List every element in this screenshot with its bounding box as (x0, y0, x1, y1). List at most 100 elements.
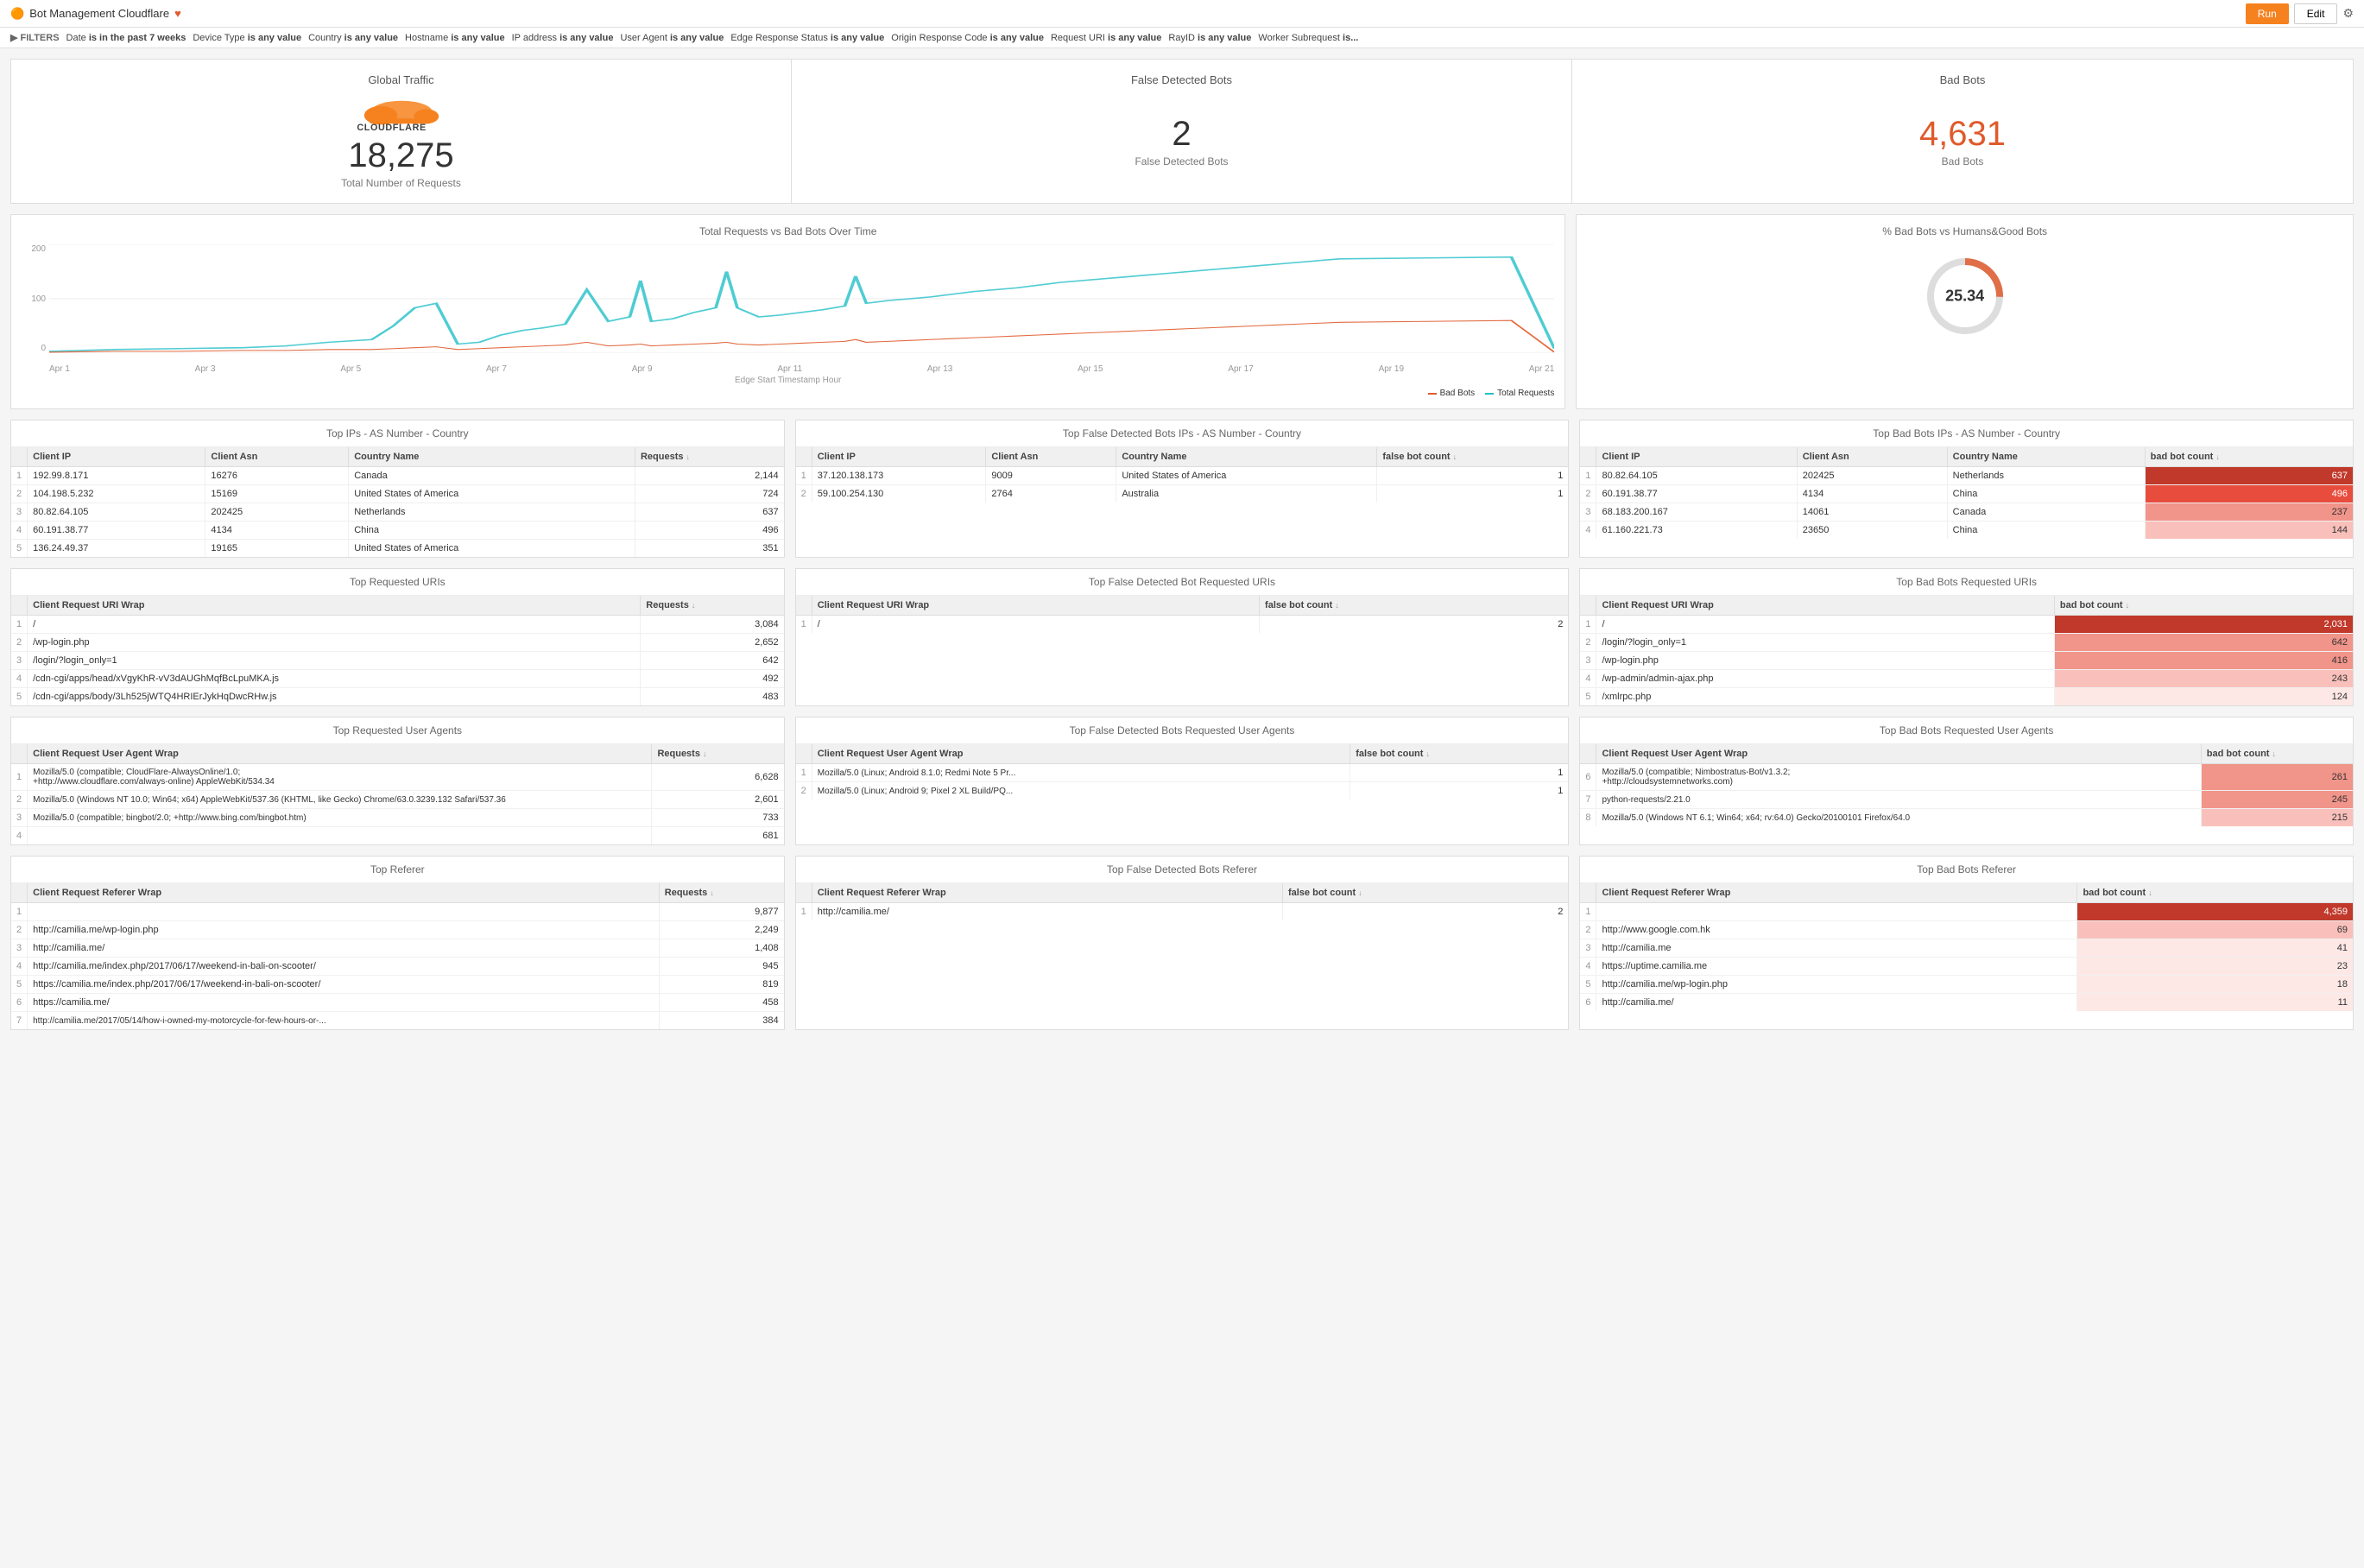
table-row: 5http://camilia.me/wp-login.php18 (1580, 976, 2353, 994)
top-bad-ips-header-row: Client IP Client Asn Country Name bad bo… (1580, 447, 2353, 467)
th-client-asn: Client Asn (1797, 447, 1947, 467)
th-false-bot-count: false bot count ↓ (1350, 744, 1569, 764)
table-row: 2http://www.google.com.hk69 (1580, 921, 2353, 939)
table-row: 5/cdn-cgi/apps/body/3Lh525jWTQ4HRIErJykH… (11, 688, 784, 706)
country-name: China (1947, 522, 2145, 540)
legend-bad-bots-color (1428, 393, 1437, 395)
count-val: 1 (1377, 485, 1568, 503)
x-label-apr9: Apr 9 (632, 364, 653, 374)
legend-total-requests: Total Requests (1485, 389, 1554, 398)
legend-total-requests-label: Total Requests (1497, 389, 1554, 398)
th-num (1580, 883, 1596, 903)
filters-toggle[interactable]: ▶ FILTERS (10, 32, 60, 43)
row-num: 1 (1580, 467, 1596, 485)
client-ip: 61.160.221.73 (1596, 522, 1797, 540)
count-val: 144 (2145, 522, 2353, 540)
client-asn: 202425 (1797, 467, 1947, 485)
th-false-bot-count: false bot count ↓ (1377, 447, 1568, 467)
th-uri: Client Request URI Wrap (1596, 596, 2054, 616)
run-button[interactable]: Run (2246, 3, 2289, 24)
table-row: 260.191.38.774134China496 (1580, 485, 2353, 503)
th-bad-bot-count: bad bot count ↓ (2145, 447, 2353, 467)
top-false-referer-title: Top False Detected Bots Referer (796, 857, 1569, 883)
top-bad-uris-table: Client Request URI Wrap bad bot count ↓ … (1580, 596, 2353, 705)
table-row: 5136.24.49.3719165United States of Ameri… (11, 540, 784, 558)
table-row: 2Mozilla/5.0 (Linux; Android 9; Pixel 2 … (796, 782, 1569, 800)
false-detected-sublabel: False Detected Bots (1135, 155, 1228, 168)
top-uris-row: Top Requested URIs Client Request URI Wr… (10, 568, 2354, 706)
header-row: Client Request User Agent Wrap false bot… (796, 744, 1569, 764)
top-bad-referer-table: Client Request Referer Wrap bad bot coun… (1580, 883, 2353, 1011)
th-referer: Client Request Referer Wrap (1596, 883, 2077, 903)
requests-val: 2,144 (635, 467, 783, 485)
client-ip: 60.191.38.77 (28, 522, 205, 540)
x-label-apr21: Apr 21 (1529, 364, 1554, 374)
header-row: Client Request Referer Wrap Requests ↓ (11, 883, 784, 903)
table-row: 2/login/?login_only=1642 (1580, 634, 2353, 652)
th-num (796, 883, 812, 903)
client-asn: 15169 (205, 485, 349, 503)
line-chart-title: Total Requests vs Bad Bots Over Time (22, 225, 1554, 237)
chart-x-axis-label: Edge Start Timestamp Hour (22, 376, 1554, 385)
row-num: 1 (11, 467, 28, 485)
th-requests: Requests ↓ (641, 596, 784, 616)
th-agent: Client Request User Agent Wrap (1596, 744, 2201, 764)
top-false-agents-title: Top False Detected Bots Requested User A… (796, 718, 1569, 744)
gauge-box: % Bad Bots vs Humans&Good Bots 25.34 (1576, 214, 2354, 409)
x-label-apr1: Apr 1 (49, 364, 70, 374)
top-bad-ips-table: Client IP Client Asn Country Name bad bo… (1580, 447, 2353, 539)
client-ip: 192.99.8.171 (28, 467, 205, 485)
client-asn: 2764 (986, 485, 1116, 503)
table-row: 19,877 (11, 903, 784, 921)
false-detected-header: False Detected Bots (1131, 73, 1232, 86)
client-asn: 16276 (205, 467, 349, 485)
top-referer-title: Top Referer (11, 857, 784, 883)
top-bad-agents-box: Top Bad Bots Requested User Agents Clien… (1579, 717, 2354, 845)
count-val: 237 (2145, 503, 2353, 522)
th-agent: Client Request User Agent Wrap (28, 744, 652, 764)
table-row: 3http://camilia.me41 (1580, 939, 2353, 958)
th-agent: Client Request User Agent Wrap (812, 744, 1350, 764)
top-bad-uris-title: Top Bad Bots Requested URIs (1580, 569, 2353, 596)
row-num: 2 (796, 485, 812, 503)
th-country: Country Name (349, 447, 635, 467)
x-label-apr17: Apr 17 (1228, 364, 1253, 374)
table-row: 1/2 (796, 616, 1569, 634)
th-false-bot-count: false bot count ↓ (1282, 883, 1568, 903)
th-num (11, 744, 28, 764)
chart-row: Total Requests vs Bad Bots Over Time 200… (10, 214, 2354, 409)
bad-bots-sublabel: Bad Bots (1942, 155, 1984, 168)
table-row: 3/wp-login.php416 (1580, 652, 2353, 670)
filter-worker: Worker Subrequest is... (1258, 33, 1358, 43)
table-row: 3/login/?login_only=1642 (11, 652, 784, 670)
top-referer-box: Top Referer Client Request Referer Wrap … (10, 856, 785, 1030)
row-num: 4 (11, 522, 28, 540)
x-axis: Apr 1 Apr 3 Apr 5 Apr 7 Apr 9 Apr 11 Apr… (49, 364, 1554, 374)
total-requests-label: Total Number of Requests (341, 177, 461, 189)
table-row: 7python-requests/2.21.0245 (1580, 791, 2353, 809)
filter-request-uri: Request URI is any value (1051, 33, 1161, 43)
settings-button[interactable]: ⚙ (2342, 3, 2354, 24)
total-requests-number: 18,275 (348, 136, 453, 175)
th-country: Country Name (1116, 447, 1377, 467)
table-row: 380.82.64.105202425Netherlands637 (11, 503, 784, 522)
country-name: China (349, 522, 635, 540)
th-num (11, 447, 28, 467)
th-false-bot-count: false bot count ↓ (1260, 596, 1569, 616)
row-num: 4 (1580, 522, 1596, 540)
table-row: 180.82.64.105202425Netherlands637 (1580, 467, 2353, 485)
client-ip: 59.100.254.130 (812, 485, 986, 503)
client-asn: 4134 (1797, 485, 1947, 503)
country-name: United States of America (349, 485, 635, 503)
filter-hostname: Hostname is any value (405, 33, 505, 43)
table-row: 4/cdn-cgi/apps/head/xVgyKhR-vV3dAUGhMqfB… (11, 670, 784, 688)
table-row: 259.100.254.1302764Australia1 (796, 485, 1569, 503)
edit-button[interactable]: Edit (2294, 3, 2338, 24)
false-detected-number: 2 (1172, 115, 1191, 154)
client-ip: 80.82.64.105 (28, 503, 205, 522)
y-label-200: 200 (22, 244, 46, 254)
top-false-uris-table: Client Request URI Wrap false bot count … (796, 596, 1569, 633)
bad-bots-number: 4,631 (1919, 115, 2006, 154)
top-false-agents-box: Top False Detected Bots Requested User A… (795, 717, 1570, 845)
top-false-referer-table: Client Request Referer Wrap false bot co… (796, 883, 1569, 920)
